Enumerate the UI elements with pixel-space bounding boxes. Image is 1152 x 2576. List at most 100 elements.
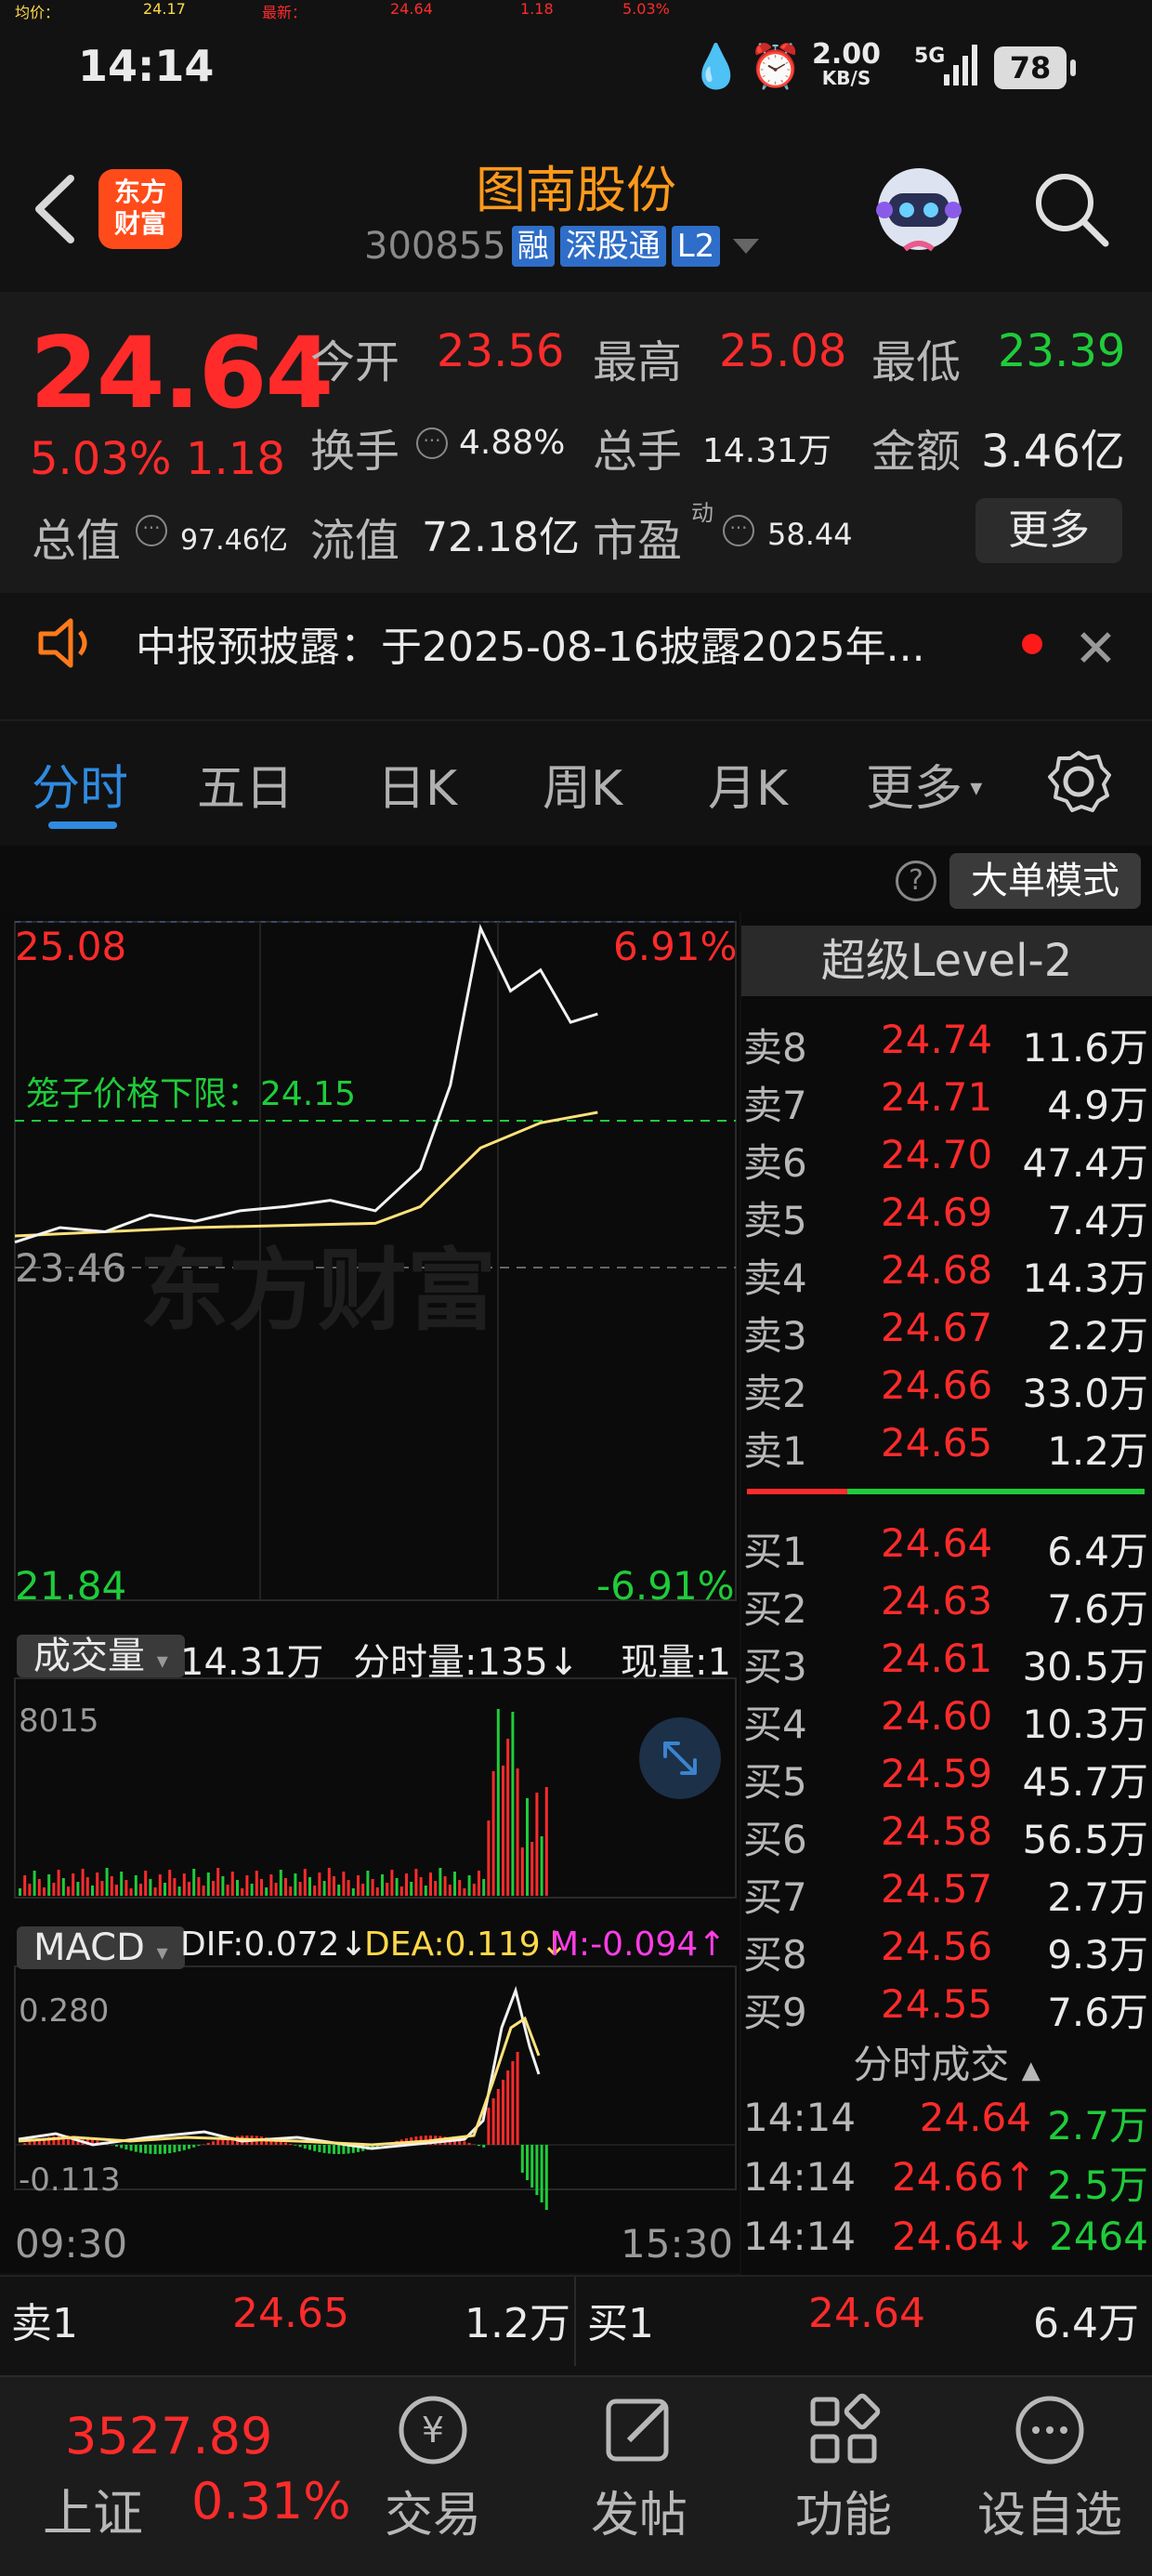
bid-volume: 7.6万 — [1047, 1586, 1148, 1632]
volume-bar — [318, 1873, 321, 1896]
assistant-robot-icon[interactable] — [868, 158, 970, 260]
macd-dif: DIF:0.072↓ — [180, 1925, 368, 1964]
close-icon[interactable]: ✕ — [1074, 619, 1118, 679]
volume-bar — [439, 1868, 442, 1896]
trade-price: 24.66↑ — [892, 2154, 1037, 2200]
index-name[interactable]: 上证 — [43, 2472, 143, 2545]
ask-row[interactable]: 卖4 24.68 14.3万 — [743, 1247, 1148, 1305]
nav-functions[interactable]: 功能 — [760, 2388, 927, 2545]
ask-row[interactable]: 卖8 24.74 11.6万 — [743, 1017, 1148, 1074]
volume-bar — [274, 1883, 278, 1896]
info-dots-icon[interactable]: ··· — [136, 515, 167, 546]
macd-bar — [313, 2145, 317, 2151]
big-order-mode-button[interactable]: 大单模式 — [949, 853, 1141, 909]
bid-row[interactable]: 买2 24.63 7.6万 — [743, 1578, 1148, 1636]
nav-trade[interactable]: ¥ 交易 — [349, 2388, 517, 2545]
axis-top-pct: 6.91% — [613, 924, 738, 969]
ask-row[interactable]: 卖5 24.69 7.4万 — [743, 1189, 1148, 1247]
volume-bar — [269, 1874, 273, 1896]
divider — [574, 2277, 576, 2366]
volume-bar — [212, 1881, 215, 1896]
volume-bar — [491, 1771, 495, 1896]
macd-bar — [337, 2145, 341, 2154]
macd-bar — [294, 2145, 297, 2146]
level2-title[interactable]: 超级Level-2 — [741, 926, 1152, 996]
bid-row[interactable]: 买3 24.61 30.5万 — [743, 1636, 1148, 1693]
bid-row[interactable]: 买8 24.56 9.3万 — [743, 1924, 1148, 1981]
trade-icon: ¥ — [399, 2396, 467, 2464]
macd-bar — [540, 2145, 543, 2202]
volume-bar — [544, 1787, 548, 1896]
volume-bar — [47, 1874, 51, 1896]
tag-connect: 深股通 — [559, 226, 666, 267]
bid-row[interactable]: 买1 24.64 6.4万 — [743, 1520, 1148, 1578]
tab-more[interactable]: 更多 ▾ — [866, 749, 982, 819]
macd-bar — [535, 2145, 539, 2195]
bid-label: 买1 — [743, 1529, 807, 1574]
water-drop-icon: 💧 — [689, 41, 743, 91]
dea-line — [18, 2016, 541, 2147]
help-icon[interactable]: ? — [896, 861, 936, 901]
volume-bar — [511, 1712, 515, 1896]
tab-intraday[interactable]: 分时 — [32, 749, 128, 819]
bid-row[interactable]: 买9 24.55 7.6万 — [743, 1981, 1148, 2039]
macd-bar — [491, 2098, 495, 2145]
volume-bar — [530, 1842, 534, 1896]
macd-bar — [502, 2080, 504, 2145]
ask-volume: 14.3万 — [1022, 1255, 1148, 1301]
trade-volume: 2.5万 — [1047, 2162, 1148, 2208]
ask-row[interactable]: 卖1 24.65 1.2万 — [743, 1420, 1148, 1478]
svg-text:¥: ¥ — [422, 2410, 444, 2451]
volume-bar — [375, 1887, 379, 1896]
abs-change: 1.18 — [186, 433, 285, 485]
bid-row[interactable]: 买5 24.59 45.7万 — [743, 1751, 1148, 1808]
ask-row[interactable]: 卖2 24.66 33.0万 — [743, 1362, 1148, 1420]
tab-weekly-k[interactable]: 周K — [543, 749, 622, 819]
volume-total: 14.31万 — [180, 1641, 324, 1684]
bid-row[interactable]: 买7 24.57 2.7万 — [743, 1866, 1148, 1924]
volume-bar — [467, 1875, 471, 1896]
bid-price: 24.61 — [881, 1636, 993, 1681]
ask-price: 24.65 — [881, 1420, 993, 1465]
ask-row[interactable]: 卖3 24.67 2.2万 — [743, 1305, 1148, 1362]
macd-indicator-select[interactable]: MACD ▾ — [17, 1920, 185, 1980]
volume-bar — [308, 1877, 311, 1896]
ask-label: 卖2 — [743, 1371, 807, 1416]
ask-label: 卖6 — [743, 1140, 807, 1186]
search-button[interactable] — [1029, 167, 1113, 251]
ask-row[interactable]: 卖6 24.70 47.4万 — [743, 1132, 1148, 1189]
tab-daily-k[interactable]: 日K — [377, 749, 457, 819]
info-dots-icon[interactable]: ··· — [723, 515, 754, 546]
trades-title[interactable]: 分时成交 ▲ — [741, 2033, 1152, 2090]
ask-price: 24.67 — [881, 1305, 993, 1350]
stock-code-row[interactable]: 300855 融 深股通 L2 — [364, 223, 760, 269]
index-value[interactable]: 3527.89 — [65, 2407, 272, 2465]
bid-row[interactable]: 买6 24.58 56.5万 — [743, 1808, 1148, 1866]
nav-add-watchlist[interactable]: 设自选 — [966, 2388, 1133, 2545]
notice-text[interactable]: 中报预披露：于2025-08-16披露2025年... — [136, 613, 925, 673]
volume-bar — [520, 1847, 524, 1896]
tag-l2: L2 — [671, 226, 721, 267]
bid-price: 24.55 — [881, 1981, 993, 2027]
ask-row[interactable]: 卖7 24.71 4.9万 — [743, 1074, 1148, 1132]
macd-bar — [129, 2145, 133, 2151]
volume-bar — [226, 1885, 229, 1896]
macd-bar — [322, 2145, 326, 2153]
ask1-label: 卖1 — [11, 2300, 78, 2347]
more-button[interactable]: 更多 — [975, 498, 1122, 563]
tab-monthly-k[interactable]: 月K — [708, 749, 788, 819]
info-dots-icon[interactable]: ··· — [416, 427, 448, 459]
index-pct[interactable]: 0.31% — [191, 2472, 351, 2530]
bid-row[interactable]: 买4 24.60 10.3万 — [743, 1693, 1148, 1751]
tab-five-day[interactable]: 五日 — [197, 749, 294, 819]
nav-post[interactable]: 发帖 — [556, 2388, 723, 2545]
chevron-down-icon — [733, 239, 760, 254]
volume-value: 14.31万 — [702, 432, 832, 470]
pe-sup: 动 — [691, 500, 713, 526]
stock-name[interactable]: 图南股份 — [0, 149, 1152, 222]
volume-indicator-select[interactable]: 成交量 ▾ — [17, 1628, 185, 1689]
grid-icon — [810, 2393, 881, 2464]
orderbook-divider-red — [747, 1489, 847, 1494]
bid-ask-summary — [0, 2275, 1152, 2368]
settings-gear-icon[interactable] — [1046, 749, 1111, 818]
